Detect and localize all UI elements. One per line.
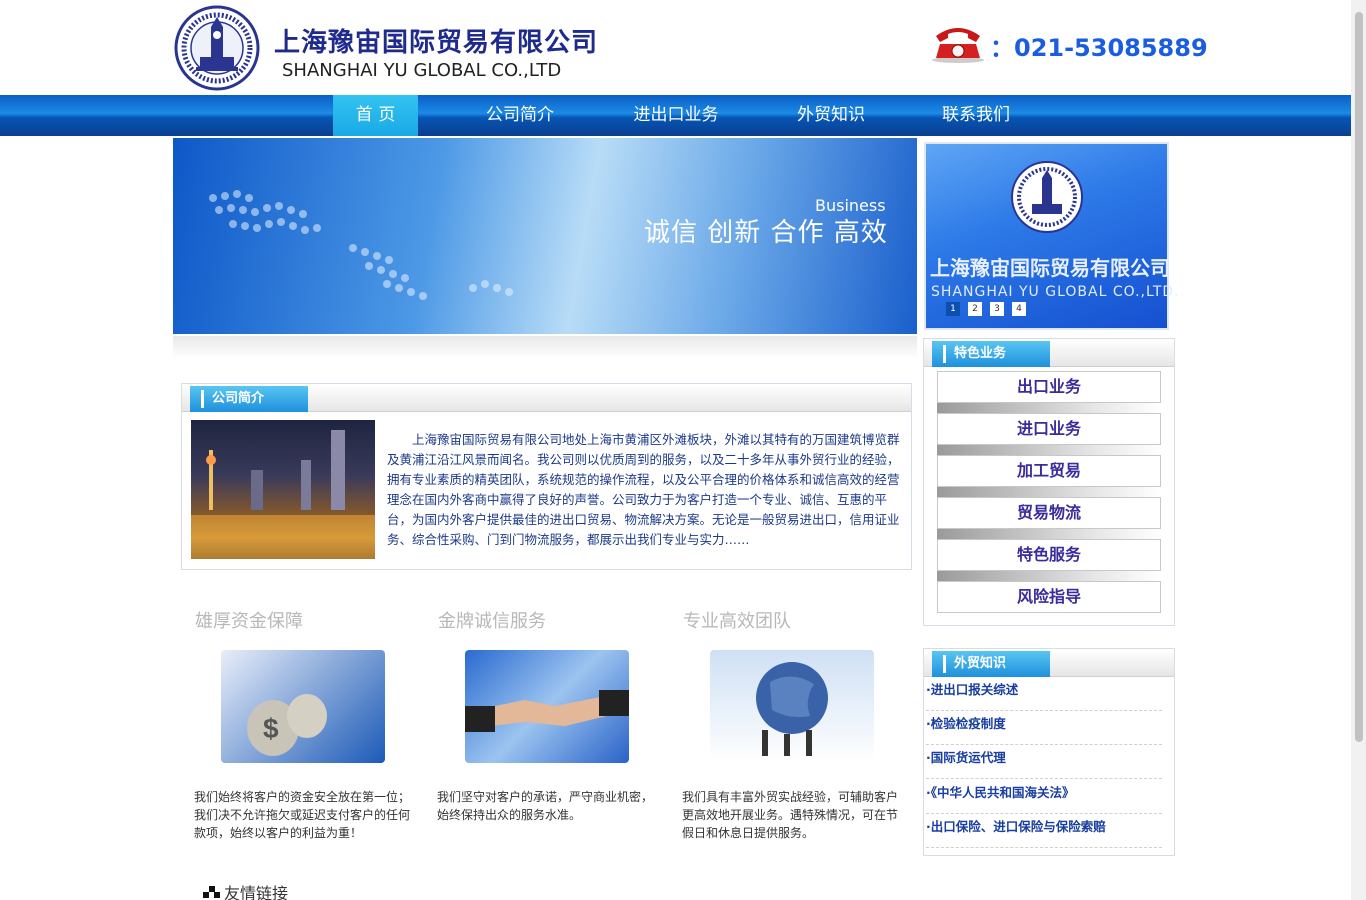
service-risk-guidance[interactable]: 风险指导 — [937, 581, 1161, 613]
slide-dot-2[interactable]: 2 — [968, 302, 982, 316]
slide-company-en: SHANGHAI YU GLOBAL CO.,LTD. — [931, 284, 1180, 300]
feature-title-funds: 雄厚资金保障 — [195, 611, 303, 632]
service-processing-trade[interactable]: 加工贸易 — [937, 455, 1161, 487]
globe-team-image — [710, 650, 874, 763]
phone-number: ：021-53085889 — [990, 34, 1208, 62]
main-nav: 首 页 公司简介 进出口业务 外贸知识 联系我们 — [0, 95, 1351, 136]
company-logo-icon — [174, 5, 260, 91]
knowledge-item-inspection[interactable]: ·检验检疫制度 — [926, 711, 1162, 745]
knowledge-item-customs[interactable]: ·进出口报关综述 — [926, 677, 1162, 711]
page: 上海豫宙国际贸易有限公司 SHANGHAI YU GLOBAL CO.,LTD … — [0, 0, 1366, 900]
slide-company-cn: 上海豫宙国际贸易有限公司 — [930, 256, 1170, 280]
slide-dot-1[interactable]: 1 — [946, 302, 960, 316]
nav-item-home[interactable]: 首 页 — [333, 95, 418, 136]
feature-text-funds: 我们始终将客户的资金安全放在第一位；我们决不允许拖欠或延迟支付客户的任何款项，始… — [194, 790, 411, 840]
knowledge-item-insurance[interactable]: ·出口保险、进口保险与保险索赔 — [926, 814, 1162, 848]
service-export[interactable]: 出口业务 — [937, 371, 1161, 403]
feature-text-team: 我们具有丰富外贸实战经验，可辅助客户更高效地开展业务。遇特殊情况，可在节假日和休… — [682, 790, 899, 840]
about-title: 公司简介 — [190, 386, 308, 412]
nav-item-contact[interactable]: 联系我们 — [926, 95, 1026, 136]
banner-slogan: 诚信 创新 合作 高效 — [644, 218, 888, 248]
knowledge-item-freight[interactable]: ·国际货运代理 — [926, 745, 1162, 779]
feature-title-team: 专业高效团队 — [683, 611, 791, 632]
slideshow[interactable] — [924, 142, 1169, 330]
shanghai-skyline-image — [191, 420, 375, 559]
links-icon — [203, 886, 220, 898]
slide-logo-icon — [1011, 161, 1083, 233]
services-title: 特色业务 — [932, 341, 1050, 367]
service-shade — [937, 487, 1161, 497]
service-import[interactable]: 进口业务 — [937, 413, 1161, 445]
about-header: 公司简介 — [182, 384, 911, 412]
about-text: 上海豫宙国际贸易有限公司地处上海市黄浦区外滩板块，外滩以其特有的万国建筑博览群及… — [387, 432, 900, 547]
money-bags-image: $ — [221, 650, 385, 763]
telephone-icon — [932, 28, 984, 63]
banner-shadow — [173, 336, 917, 358]
handshake-icon — [465, 690, 629, 732]
svg-text:$: $ — [263, 713, 279, 744]
services-header: 特色业务 — [924, 339, 1174, 367]
skyline-graphic — [191, 430, 375, 559]
service-shade — [937, 571, 1161, 581]
knowledge-item-customs-law[interactable]: ·《中华人民共和国海关法》 — [926, 780, 1162, 814]
feature-title-integrity: 金牌诚信服务 — [438, 611, 546, 632]
nav-item-about[interactable]: 公司简介 — [470, 95, 570, 136]
slide-dot-3[interactable]: 3 — [990, 302, 1004, 316]
knowledge-header: 外贸知识 — [924, 649, 1174, 677]
service-shade — [937, 529, 1161, 539]
globe-icon — [756, 662, 828, 756]
service-logistics[interactable]: 贸易物流 — [937, 497, 1161, 529]
company-name-cn: 上海豫宙国际贸易有限公司 — [274, 28, 599, 58]
service-special[interactable]: 特色服务 — [937, 539, 1161, 571]
friendly-links-title: 友情链接 — [224, 884, 289, 900]
handshake-image — [465, 650, 629, 763]
company-name-en: SHANGHAI YU GLOBAL CO.,LTD — [282, 60, 562, 81]
service-shade — [937, 445, 1161, 455]
slide-dot-4[interactable]: 4 — [1012, 302, 1026, 316]
nav-item-import-export[interactable]: 进出口业务 — [620, 95, 732, 136]
service-shade — [937, 403, 1161, 413]
knowledge-title: 外贸知识 — [932, 651, 1050, 677]
nav-item-trade-knowledge[interactable]: 外贸知识 — [782, 95, 880, 136]
scrollbar-thumb[interactable] — [1355, 12, 1363, 742]
money-bag-icon: $ — [247, 694, 327, 756]
feature-text-integrity: 我们坚守对客户的承诺，严守商业机密，始终保持出众的服务水准。 — [437, 790, 654, 822]
